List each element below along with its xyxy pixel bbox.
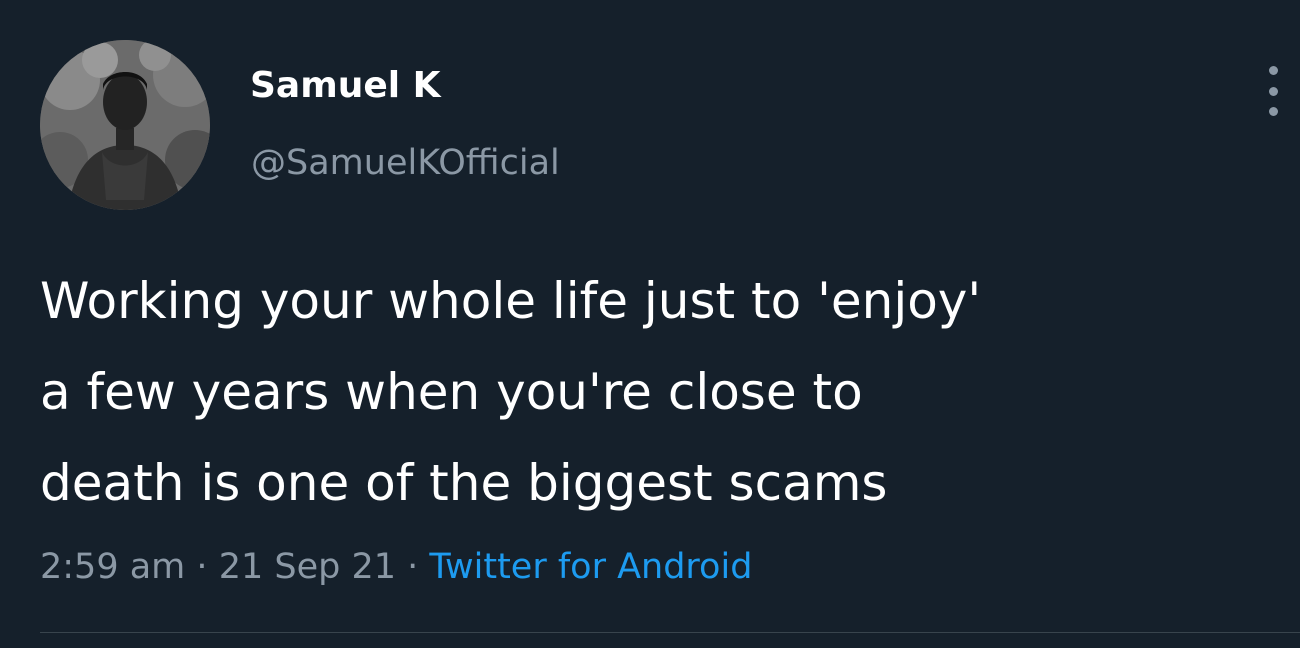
more-options-icon-dot <box>1268 107 1278 116</box>
more-options-button[interactable] <box>1256 66 1290 116</box>
author-handle[interactable]: @SamuelKOfficial <box>251 141 560 185</box>
tweet-date[interactable]: 21 Sep 21 <box>219 547 396 587</box>
meta-separator: · <box>196 547 208 587</box>
tweet-text-line: a few years when you're close to <box>40 363 863 421</box>
tweet-text: Working your whole life just to 'enjoy' … <box>40 256 1260 529</box>
divider <box>40 632 1300 633</box>
tweet-text-line: Working your whole life just to 'enjoy' <box>40 272 982 330</box>
tweet-time[interactable]: 2:59 am <box>40 547 185 587</box>
author-display-name[interactable]: Samuel K <box>250 64 441 108</box>
author-avatar[interactable] <box>40 40 210 210</box>
tweet-card: Samuel K @SamuelKOfficial Working your w… <box>0 0 1300 648</box>
tweet-source-link[interactable]: Twitter for Android <box>429 547 752 587</box>
avatar-image <box>40 40 210 210</box>
more-options-icon <box>1268 66 1278 75</box>
tweet-text-line: death is one of the biggest scams <box>40 454 888 512</box>
more-options-icon-dot <box>1268 86 1278 96</box>
tweet-metadata: 2:59 am · 21 Sep 21 · Twitter for Androi… <box>40 544 752 590</box>
meta-separator: · <box>407 547 419 587</box>
